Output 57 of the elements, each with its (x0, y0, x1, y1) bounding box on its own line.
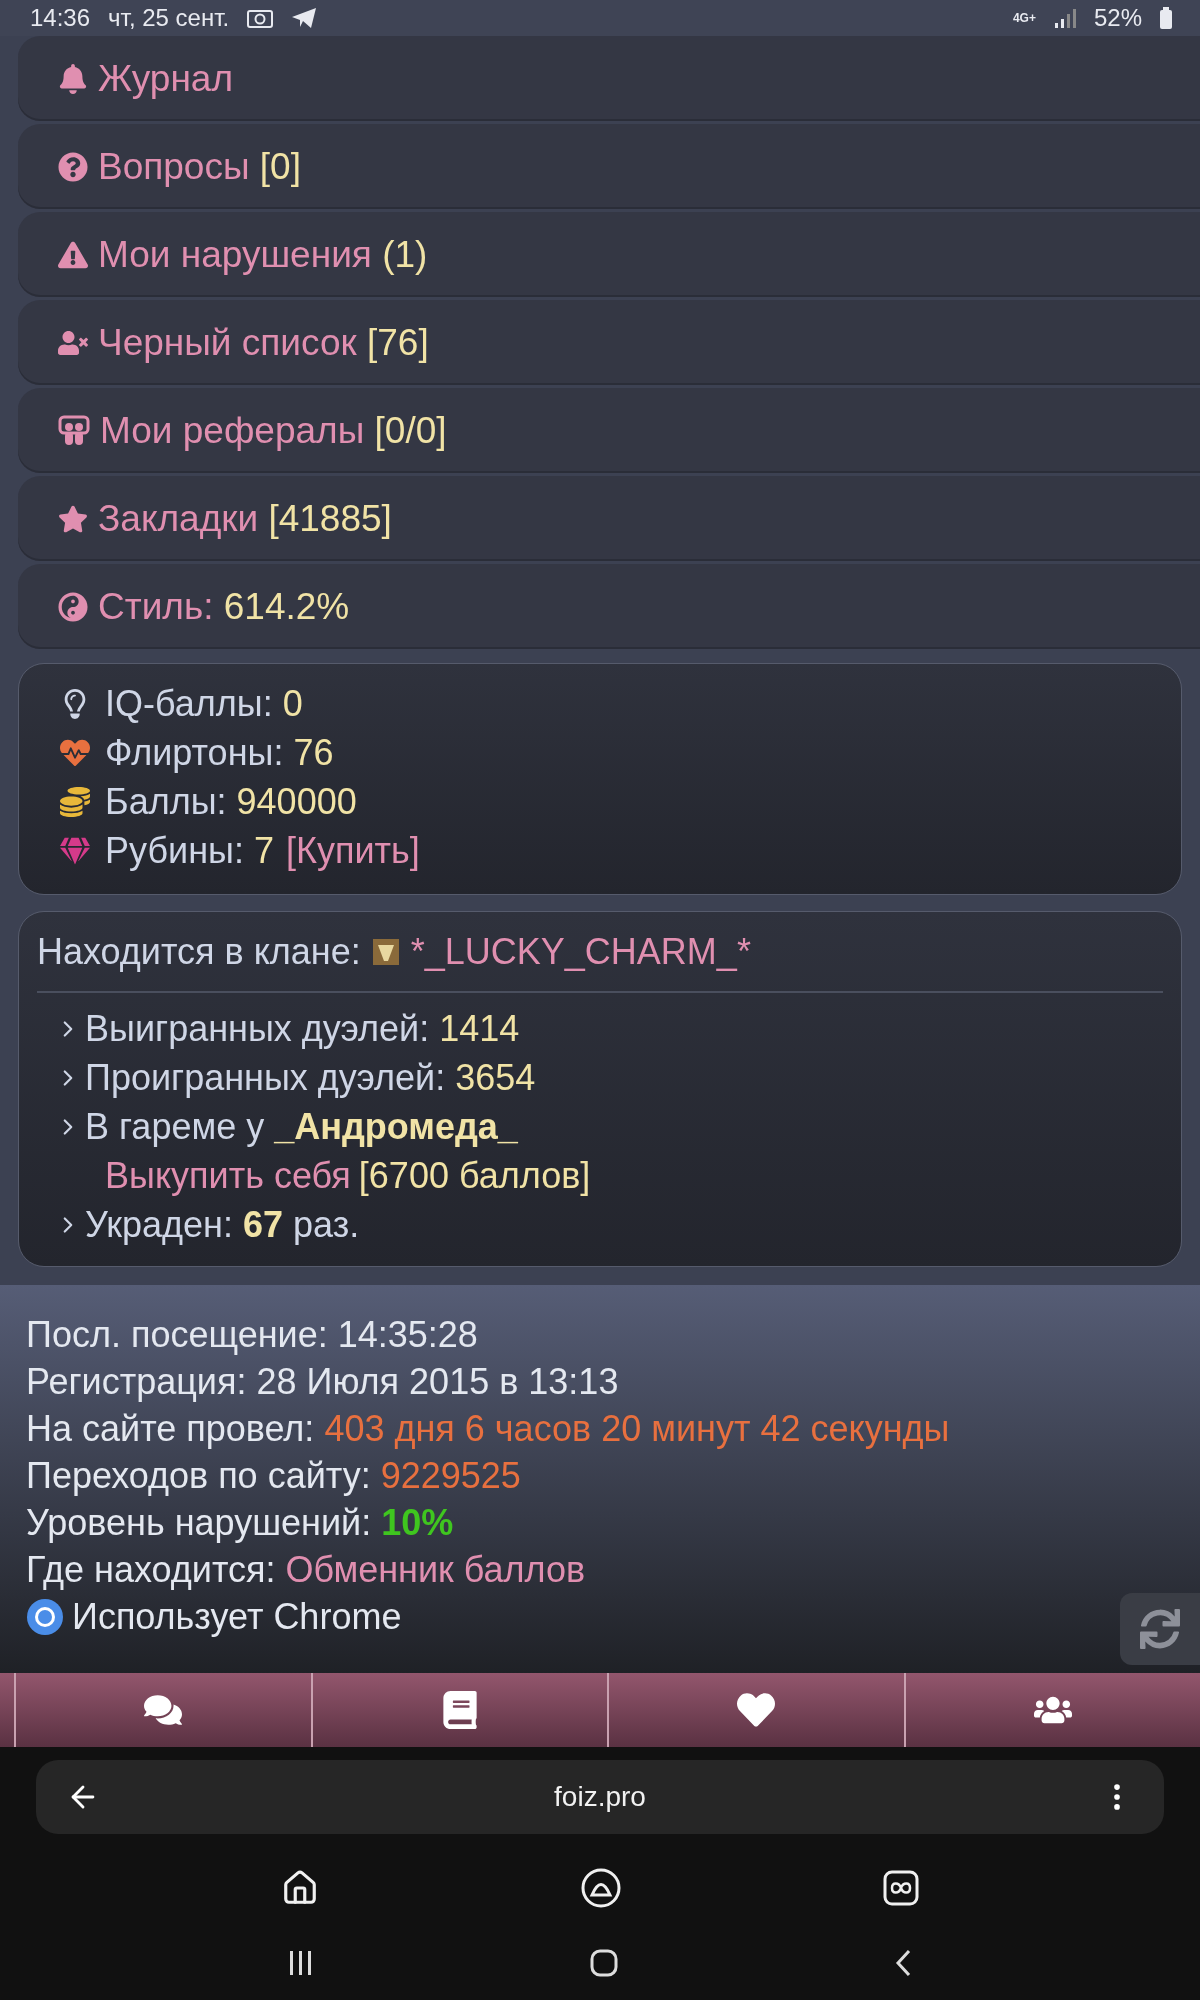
refresh-button[interactable] (1120, 1593, 1200, 1665)
info-line: Регистрация: 28 Июля 2015 в 13:13 (26, 1360, 620, 1403)
clan-link[interactable]: *_LUCKY_CHARM_* (410, 930, 751, 973)
clock: 14:36 (30, 4, 91, 32)
back-icon[interactable] (894, 1948, 912, 1977)
question-icon (58, 151, 88, 182)
menu-item[interactable]: Журнал (18, 36, 1200, 121)
signal-icon (1053, 7, 1076, 29)
balance-text: Баллы: 940000 (105, 780, 357, 823)
balance-text: Рубины: 7 (105, 829, 274, 872)
date: чт, 25 сент. (108, 4, 230, 32)
menu-item[interactable]: Черный список [76] (18, 300, 1200, 385)
battery-percent: 52% (1093, 4, 1142, 32)
browser-note: Использует Chrome (72, 1595, 402, 1638)
clan-emblem-icon (372, 938, 399, 965)
info-line: Где находится: Обменник баллов (26, 1548, 587, 1591)
home-button-icon[interactable] (590, 1948, 618, 1977)
yin-yang-icon (58, 591, 88, 622)
battery-icon (1160, 7, 1172, 29)
book-icon (440, 1691, 479, 1729)
warning-icon (58, 239, 88, 270)
menu-item[interactable]: Мои нарушения (1) (18, 212, 1200, 297)
camera-icon (247, 8, 274, 28)
paper-plane-icon (291, 7, 318, 29)
menu-item[interactable]: Стиль: 614.2% (18, 564, 1200, 649)
infinity-icon[interactable] (883, 1869, 919, 1906)
menu-item[interactable]: Вопросы [0] (18, 124, 1200, 209)
heartbeat-icon (60, 737, 90, 768)
info-line: На сайте провел: 403 дня 6 часов 20 минут 42 секунды (26, 1407, 951, 1450)
network-type: 4G+ (1012, 11, 1036, 25)
menu-item[interactable]: Закладки [41885] (18, 476, 1200, 561)
buy-link[interactable]: [Купить] (285, 829, 420, 872)
balance-text: IQ-баллы: 0 (105, 682, 303, 725)
info-line: Уровень нарушений: 10% (26, 1501, 455, 1544)
balance-text: Флиртоны: 76 (105, 731, 334, 774)
clan-stat: Проигранных дуэлей: 3654 (85, 1056, 536, 1099)
star-icon (58, 503, 88, 534)
bell-icon (58, 63, 88, 94)
buyout-link[interactable]: Выкупить себя (105, 1154, 351, 1197)
gem-icon (60, 835, 90, 866)
info-line: Переходов по сайту: 9229525 (26, 1454, 522, 1497)
address-bar[interactable]: foiz.pro (36, 1760, 1164, 1834)
heart-icon (737, 1691, 776, 1729)
recents-icon[interactable] (288, 1948, 314, 1977)
referral-icon (58, 414, 90, 447)
assistant-icon[interactable] (581, 1867, 621, 1908)
info-line: Посл. посещение: 14:35:28 (26, 1313, 479, 1356)
url-text: foiz.pro (553, 1781, 647, 1813)
clan-stat: Украден: 67 раз. (85, 1203, 360, 1246)
clan-stat: Выигранных дуэлей: 1414 (85, 1007, 520, 1050)
home-icon[interactable] (281, 1868, 319, 1907)
coins-icon (60, 786, 90, 817)
refresh-icon (1140, 1609, 1180, 1649)
clan-label: Находится в клане: (37, 930, 361, 973)
clan-stat: В гареме у _Андромеда_ (85, 1105, 518, 1148)
buyout-price: [6700 баллов] (358, 1154, 591, 1197)
menu-item[interactable]: Мои рефералы [0/0] (18, 388, 1200, 473)
